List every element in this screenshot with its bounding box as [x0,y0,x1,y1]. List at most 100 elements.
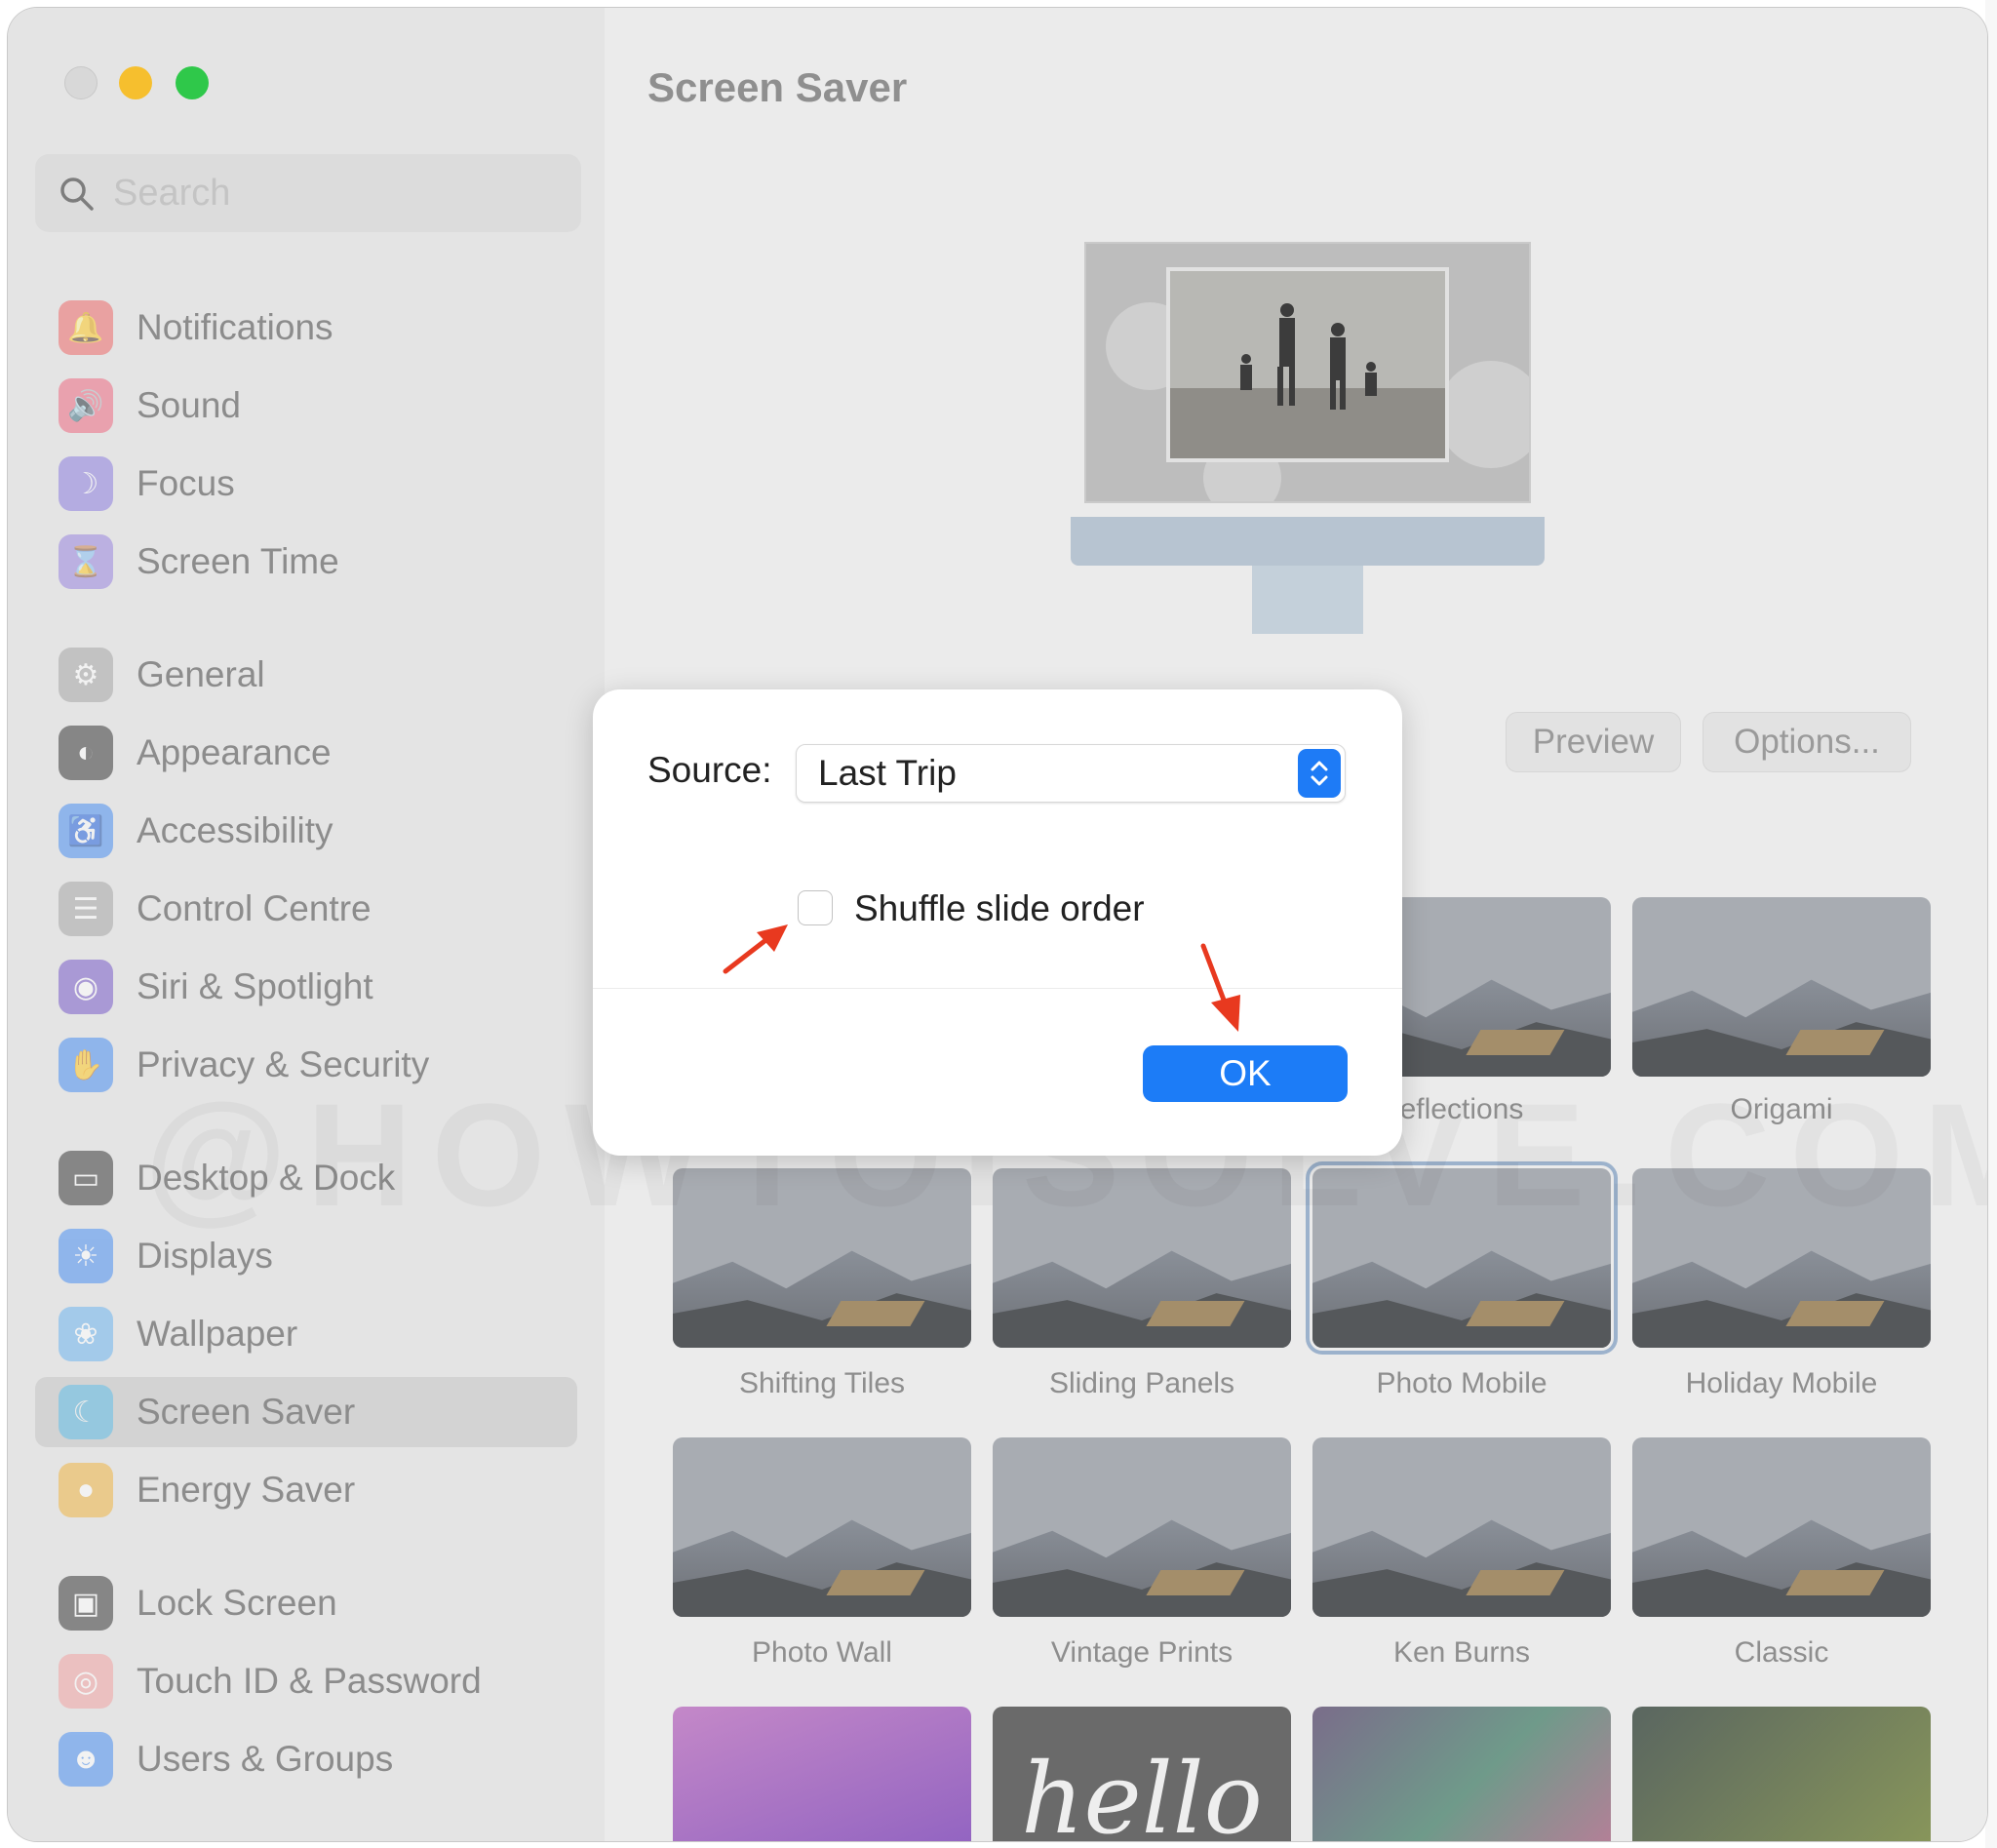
sidebar-item-label: Siri & Spotlight [137,966,373,1006]
sidebar-item[interactable]: ◎ Touch ID & Password [45,1646,587,1716]
screen-saver-tile[interactable] [1312,1437,1611,1617]
screen-saver-tile[interactable] [1632,1437,1931,1617]
thumbnail-landscape [1785,1030,1885,1055]
ok-button[interactable]: OK [1143,1045,1348,1102]
close-button[interactable] [64,66,98,99]
sidebar-item[interactable]: ❀ Wallpaper [45,1299,587,1369]
search-field[interactable] [35,154,581,232]
sidebar-item[interactable]: ◐ Appearance [45,718,587,788]
fingerprint-icon: ◎ [59,1654,113,1709]
screen-saver-tile[interactable] [1312,1707,1611,1841]
thumbnail-landscape [1785,1570,1885,1595]
preview-monitor-chin [1071,517,1545,566]
search-icon [60,177,94,211]
sidebar-item[interactable]: ☾ Screen Saver [35,1377,577,1447]
chevron-up-down-icon [1298,749,1341,798]
flower-icon: ❀ [59,1307,113,1361]
thumbnail-landscape [1785,1301,1885,1326]
sidebar-item[interactable]: ◉ Siri & Spotlight [45,952,587,1022]
sidebar-item-label: Accessibility [137,810,333,850]
hourglass-icon: ⌛ [59,534,113,589]
accessibility-icon: ♿ [59,804,113,858]
gear-icon: ⚙ [59,648,113,702]
source-select[interactable]: Last Trip [796,744,1346,803]
siri-icon: ◉ [59,960,113,1014]
preview-screen [1084,242,1531,503]
lock-screen-icon: ▣ [59,1576,113,1631]
screen-saver-label: Photo Wall [752,1636,892,1669]
source-label: Source: [647,750,772,790]
speaker-icon: 🔊 [59,378,113,433]
sidebar-item-label: Lock Screen [137,1583,337,1623]
screen-saver-label: Classic [1734,1636,1829,1669]
hello-text: hello [1021,1742,1263,1841]
screen-saver-tile[interactable] [1632,1707,1931,1841]
sidebar-item[interactable]: 🔔 Notifications [45,293,587,363]
sidebar-item-label: Users & Groups [137,1739,394,1779]
thumbnail-landscape [1466,1030,1565,1055]
screen-saver-label: Ken Burns [1392,1636,1531,1669]
hand-icon: ✋ [59,1038,113,1092]
sidebar-item-label: Screen Time [137,541,339,581]
dock-icon: ▭ [59,1151,113,1205]
thumbnail-landscape [826,1570,925,1595]
screen-saver-label: Vintage Prints [1050,1636,1233,1669]
users-icon: ☻ [59,1732,113,1787]
sidebar-item[interactable]: ♿ Accessibility [45,796,587,866]
screen-saver-preview [1071,242,1545,642]
search-input[interactable] [113,172,542,215]
sidebar-item-label: Screen Saver [137,1392,356,1432]
source-value: Last Trip [818,753,957,793]
screen-saver-label: Sliding Panels [1048,1367,1235,1399]
bell-icon: 🔔 [59,300,113,355]
preview-button[interactable]: Preview [1506,712,1681,772]
screen-saver-tile[interactable] [993,1437,1291,1617]
sidebar-item[interactable]: ☰ Control Centre [45,874,587,944]
screen-saver-tile[interactable]: hello [993,1707,1291,1841]
sidebar-item-label: Displays [137,1236,273,1276]
thumbnail-landscape [826,1301,925,1326]
sidebar-item[interactable]: ⌛ Screen Time [45,527,587,597]
sidebar-item[interactable]: ☻ Users & Groups [45,1724,587,1794]
sidebar-item-label: General [137,654,265,694]
screen-saver-tile[interactable] [673,1707,971,1841]
source-dialog: Source: Last Trip Shuffle slide order OK [593,689,1402,1156]
sun-icon: ☀ [59,1229,113,1283]
bulb-icon: ● [59,1463,113,1517]
screen-saver-label: Holiday Mobile [1685,1367,1878,1399]
screen-saver-label: Shifting Tiles [738,1367,906,1399]
minimize-button[interactable] [119,66,152,99]
screen-saver-tile[interactable] [1632,897,1931,1077]
moon-icon: ☽ [59,456,113,511]
page-title: Screen Saver [647,64,908,110]
shuffle-checkbox[interactable] [798,890,833,925]
preview-photo [1166,267,1449,462]
zoom-button[interactable] [176,66,209,99]
annotation-arrow-icon [1200,943,1240,1032]
sidebar-item-label: Control Centre [137,888,372,928]
sidebar-item[interactable]: ☽ Focus [45,449,587,519]
preview-monitor-stand [1252,566,1363,634]
sidebar-item-label: Notifications [137,307,333,347]
thumbnail-landscape [1146,1570,1245,1595]
shuffle-label: Shuffle slide order [854,888,1145,928]
sidebar-item-label: Touch ID & Password [137,1661,482,1701]
sidebar-item[interactable]: 🔊 Sound [45,371,587,441]
sidebar-item-label: Focus [137,463,235,503]
sidebar-item[interactable]: ▣ Lock Screen [45,1568,587,1638]
toggles-icon: ☰ [59,882,113,936]
sidebar-item-label: Sound [137,385,241,425]
screensaver-icon: ☾ [59,1385,113,1439]
appearance-icon: ◐ [59,726,113,780]
screen-saver-label: Photo Mobile [1376,1367,1547,1399]
sidebar-item[interactable]: ● Energy Saver [45,1455,587,1525]
screen-saver-tile[interactable] [673,1437,971,1617]
thumbnail-landscape [1146,1301,1245,1326]
thumbnail-landscape [1466,1570,1565,1595]
sidebar-item-label: Energy Saver [137,1470,356,1510]
thumbnail-landscape [1466,1301,1565,1326]
options-button[interactable]: Options... [1703,712,1911,772]
sidebar-item-label: Wallpaper [137,1314,298,1354]
sidebar: 🔔 Notifications 🔊 Sound ☽ Focus ⌛ Screen Time ⚙ G… [8,8,605,1841]
sidebar-item[interactable]: ⚙ General [45,640,587,710]
